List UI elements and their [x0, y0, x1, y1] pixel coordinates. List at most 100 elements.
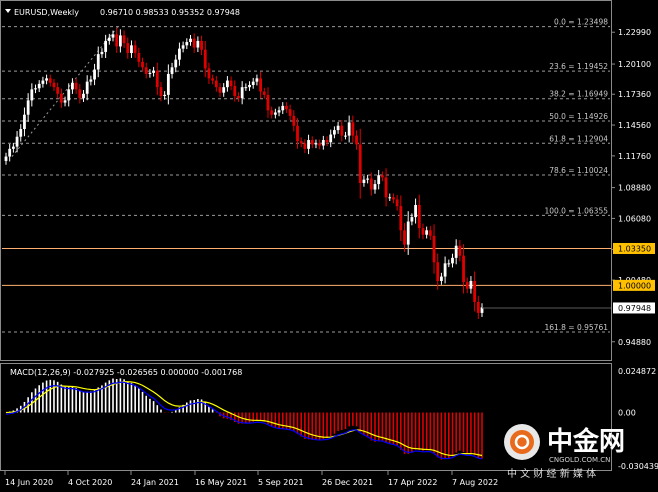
candle-body [15, 136, 19, 147]
candle-body [192, 38, 196, 48]
price-tick-label: 1.17360 [618, 90, 651, 99]
price-tick-label: 1.08880 [618, 184, 651, 193]
candle-body [395, 199, 399, 207]
time-axis-label: 17 Apr 2022 [388, 478, 437, 487]
time-axis-label: 26 Dec 2021 [322, 478, 373, 487]
candle-body [196, 40, 200, 48]
candle-body [417, 204, 421, 229]
candle-body [189, 38, 192, 43]
candle-body [336, 125, 340, 131]
fib-level-label: 78.6 = 1.10024 [549, 166, 608, 175]
candle-body [23, 114, 26, 130]
candle-body [152, 70, 155, 73]
candle-body [133, 45, 137, 54]
candle-body [373, 184, 377, 190]
candle-body [148, 72, 152, 74]
candle-body [440, 276, 443, 281]
candle-body [303, 143, 307, 149]
candle-body [314, 143, 318, 145]
candle-body [59, 93, 63, 103]
candle-body [380, 175, 384, 178]
candle-body [310, 140, 314, 145]
fib-level-label: 61.8 = 1.12904 [549, 134, 608, 143]
candle-body [174, 59, 178, 68]
candle-body [325, 140, 329, 143]
candle-body [355, 135, 358, 145]
candle-body [155, 70, 159, 88]
candle-body [388, 197, 392, 199]
candle-body [19, 129, 23, 137]
candle-body [159, 87, 163, 96]
candle-body [207, 68, 211, 79]
candle-body [229, 80, 233, 87]
candle-body [78, 89, 82, 99]
time-axis-label: 24 Jan 2021 [131, 478, 179, 487]
candle-body [237, 95, 240, 99]
candle-body [214, 80, 218, 88]
price-tick-label: 1.14560 [618, 121, 651, 130]
candle-body [144, 67, 148, 74]
candle-body [414, 204, 417, 218]
candle-body [222, 87, 226, 93]
candle-body [41, 80, 45, 84]
candle-body [104, 40, 108, 52]
price-tick-label: 1.11760 [618, 152, 651, 161]
watermark-domain: CNGOLD.COM.CN [549, 456, 610, 464]
candle-body [318, 143, 322, 146]
time-axis-label: 5 Sep 2021 [258, 478, 304, 487]
candle-body [366, 178, 370, 180]
price-tick-label: 1.22990 [618, 28, 651, 37]
candle-body [166, 73, 170, 95]
candle-body [137, 53, 141, 62]
candle-body [307, 140, 310, 149]
candle-body [130, 45, 133, 54]
candle-body [333, 130, 336, 135]
chart-header: EURUSD,Weekly 0.96710 0.98533 0.95352 0.… [5, 8, 240, 17]
macd-tick-label: 0.00 [618, 409, 636, 418]
candle-body [141, 61, 144, 68]
candle-body [266, 94, 270, 111]
macd-label: MACD(12,26,9) -0.027925 -0.026565 0.0000… [10, 368, 242, 377]
candle-body [329, 134, 333, 143]
candle-body [403, 230, 406, 245]
candle-body [281, 105, 285, 111]
candle-body [71, 82, 74, 90]
candle-body [262, 91, 266, 95]
candle-body [340, 125, 344, 136]
time-axis-label: 7 Aug 2022 [452, 478, 498, 487]
candle-body [200, 40, 203, 50]
price-tick-label: 1.06080 [618, 214, 651, 223]
eurusd-weekly-chart[interactable]: EURUSD,Weekly 0.96710 0.98533 0.95352 0.… [0, 0, 658, 492]
price-tick-label: 1.20100 [618, 60, 651, 69]
candle-body [406, 221, 410, 245]
candle-body [85, 81, 89, 94]
candle-body [347, 122, 351, 136]
candle-body [37, 83, 41, 89]
candle-body [277, 110, 281, 113]
candle-body [34, 88, 37, 90]
candle-body [255, 78, 259, 82]
candle-body [63, 100, 67, 103]
candle-body [26, 100, 30, 115]
candle-body [288, 109, 292, 116]
candle-body [107, 37, 111, 41]
candle-body [211, 78, 215, 81]
candle-body [240, 87, 244, 99]
level-price-label: 1.00000 [618, 281, 651, 290]
candle-body [8, 148, 12, 157]
candle-body [30, 89, 34, 101]
candle-body [292, 115, 296, 126]
candle-body [248, 84, 251, 88]
symbol-label: EURUSD,Weekly [14, 8, 79, 17]
candle-body [82, 93, 85, 99]
candle-body [178, 48, 181, 60]
candle-body [462, 255, 465, 283]
candle-body [451, 257, 454, 264]
fib-level-label: 23.6 = 1.19452 [549, 62, 608, 71]
current-price-label: 0.97948 [618, 304, 651, 313]
level-price-label: 1.03350 [618, 244, 651, 253]
candle-body [115, 34, 119, 47]
candle-body [377, 175, 381, 185]
fib-level-label: 100.0 = 1.06355 [544, 206, 608, 215]
candle-body [181, 45, 185, 49]
